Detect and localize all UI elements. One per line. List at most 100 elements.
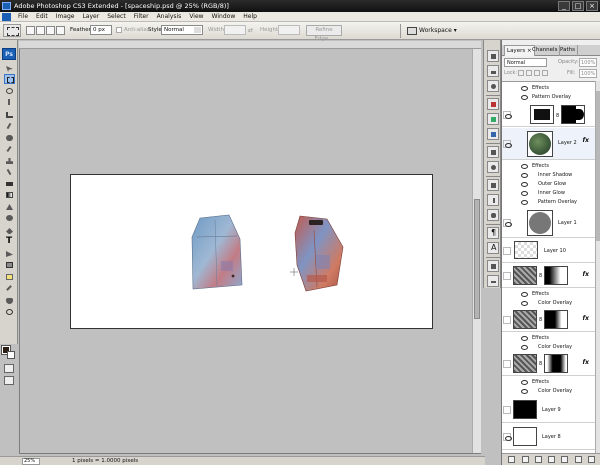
zoom-tool-icon[interactable] xyxy=(4,307,15,317)
menu-layer[interactable]: Layer xyxy=(78,13,103,20)
eye-icon[interactable] xyxy=(503,272,511,280)
eye-icon[interactable] xyxy=(521,94,528,100)
layer-row[interactable]: Layer 8 xyxy=(502,424,595,450)
menu-edit[interactable]: Edit xyxy=(32,13,52,20)
background-color-swatch[interactable] xyxy=(7,351,15,359)
layer-effects-row[interactable]: Effects xyxy=(502,290,595,298)
history-brush-tool-icon[interactable] xyxy=(4,167,15,177)
eye-icon[interactable] xyxy=(503,433,512,441)
marquee-tool-icon[interactable] xyxy=(4,74,15,84)
swap-dimensions-icon[interactable]: ⇄ xyxy=(248,27,253,34)
layer-effect-row[interactable]: Pattern Overlay xyxy=(502,198,595,206)
tab-paths[interactable]: Paths xyxy=(558,45,578,56)
effects-fx-icon[interactable]: fx xyxy=(583,359,589,366)
color-icon[interactable] xyxy=(487,98,499,110)
menu-image[interactable]: Image xyxy=(52,13,79,20)
histogram-icon[interactable] xyxy=(487,65,499,77)
width-input[interactable] xyxy=(224,25,246,35)
zoom-level-field[interactable]: 25% xyxy=(22,458,40,465)
height-input[interactable] xyxy=(278,25,300,35)
menu-analysis[interactable]: Analysis xyxy=(153,13,186,20)
effects-fx-icon[interactable]: fx xyxy=(583,315,589,322)
pen-tool-icon[interactable] xyxy=(4,226,15,236)
lock-pixels-icon[interactable] xyxy=(526,70,532,76)
eye-icon[interactable] xyxy=(521,181,528,187)
layer-row[interactable]: 8 fx xyxy=(502,308,595,332)
layer-row[interactable]: 8 fx xyxy=(502,264,595,288)
eye-icon[interactable] xyxy=(521,291,528,297)
feather-input[interactable]: 0 px xyxy=(90,25,112,35)
menu-file[interactable]: File xyxy=(14,13,32,20)
ps-logo[interactable]: Ps xyxy=(2,48,16,60)
antialias-checkbox[interactable] xyxy=(116,27,122,33)
eye-icon[interactable] xyxy=(521,199,528,205)
layer-row[interactable]: Layer 2 fx xyxy=(502,128,595,160)
layer-mask-thumbnail[interactable] xyxy=(561,105,585,124)
menu-filter[interactable]: Filter xyxy=(130,13,153,20)
trash-icon[interactable] xyxy=(587,456,595,463)
notes-tool-icon[interactable] xyxy=(4,272,15,282)
swatches-icon[interactable] xyxy=(487,113,499,125)
type-tool-icon[interactable]: T xyxy=(4,236,15,247)
refine-edge-button[interactable]: Refine Edge... xyxy=(306,25,342,42)
slice-tool-icon[interactable] xyxy=(4,121,15,131)
workspace-menu[interactable]: Workspace ▾ xyxy=(405,25,461,37)
link-icon[interactable]: 8 xyxy=(539,317,542,323)
measurement-log-icon[interactable] xyxy=(487,275,499,287)
layer-effect-row[interactable]: Color Overlay xyxy=(502,343,595,351)
link-icon[interactable]: 8 xyxy=(539,273,542,279)
layer-effect-row[interactable]: Color Overlay xyxy=(502,299,595,307)
tool-preset-picker[interactable] xyxy=(3,24,21,37)
layer-mask-thumbnail[interactable] xyxy=(544,266,568,285)
layer-mask-thumbnail[interactable] xyxy=(544,354,568,373)
eye-icon[interactable] xyxy=(521,172,528,178)
menu-window[interactable]: Window xyxy=(208,13,240,20)
character-icon[interactable]: A xyxy=(487,242,499,254)
layer-effect-row[interactable]: Inner Shadow xyxy=(502,171,595,179)
layer-row[interactable]: Layer 1 xyxy=(502,208,595,238)
layer-effect-row[interactable]: Color Overlay xyxy=(502,387,595,395)
layer-effects-row[interactable]: Effects xyxy=(502,84,595,92)
tool-presets-icon[interactable] xyxy=(487,179,499,191)
gradient-tool-icon[interactable] xyxy=(4,190,15,200)
quick-mask-icon[interactable] xyxy=(4,364,14,373)
layers-scrollbar[interactable] xyxy=(595,81,600,453)
healing-brush-tool-icon[interactable] xyxy=(4,133,15,143)
new-selection-button[interactable] xyxy=(26,26,35,35)
scrollbar-thumb[interactable] xyxy=(596,91,600,241)
history-icon[interactable] xyxy=(487,146,499,158)
lasso-tool-icon[interactable] xyxy=(4,86,15,96)
clone-source-icon[interactable] xyxy=(487,209,499,221)
menu-view[interactable]: View xyxy=(185,13,207,20)
paragraph-icon[interactable]: ¶ xyxy=(487,227,499,239)
layer-effects-row[interactable]: Effects xyxy=(502,378,595,386)
layer-mask-thumbnail[interactable] xyxy=(544,310,568,329)
info-icon[interactable] xyxy=(487,80,499,92)
brushes-icon[interactable] xyxy=(487,194,499,206)
layer-effect-row[interactable]: Outer Glow xyxy=(502,180,595,188)
layer-effect-row[interactable]: Inner Glow xyxy=(502,189,595,197)
new-group-icon[interactable] xyxy=(561,456,569,463)
layer-row[interactable]: Layer 10 xyxy=(502,239,595,263)
brush-tool-icon[interactable] xyxy=(4,144,15,154)
eye-icon[interactable] xyxy=(521,388,528,394)
layer-effects-row[interactable]: Effects xyxy=(502,334,595,342)
link-icon[interactable]: 8 xyxy=(539,361,542,367)
dodge-tool-icon[interactable] xyxy=(4,213,15,223)
scrollbar-thumb[interactable] xyxy=(474,199,480,319)
menu-select[interactable]: Select xyxy=(103,13,130,20)
link-layers-icon[interactable] xyxy=(508,456,516,463)
navigator-icon[interactable] xyxy=(487,50,499,62)
hand-tool-icon[interactable] xyxy=(4,296,15,306)
eye-icon[interactable] xyxy=(503,247,511,255)
layer-comps-icon[interactable] xyxy=(487,260,499,272)
eye-icon[interactable] xyxy=(521,190,528,196)
adjustment-layer-icon[interactable] xyxy=(548,456,555,463)
eye-icon[interactable] xyxy=(521,85,528,91)
document-vertical-scrollbar[interactable] xyxy=(472,49,481,453)
effects-fx-icon[interactable]: fx xyxy=(583,137,589,144)
maximize-button[interactable]: □ xyxy=(572,1,584,11)
layer-row[interactable]: 8 xyxy=(502,103,595,127)
subtract-selection-button[interactable] xyxy=(46,26,55,35)
eye-icon[interactable] xyxy=(503,360,511,368)
